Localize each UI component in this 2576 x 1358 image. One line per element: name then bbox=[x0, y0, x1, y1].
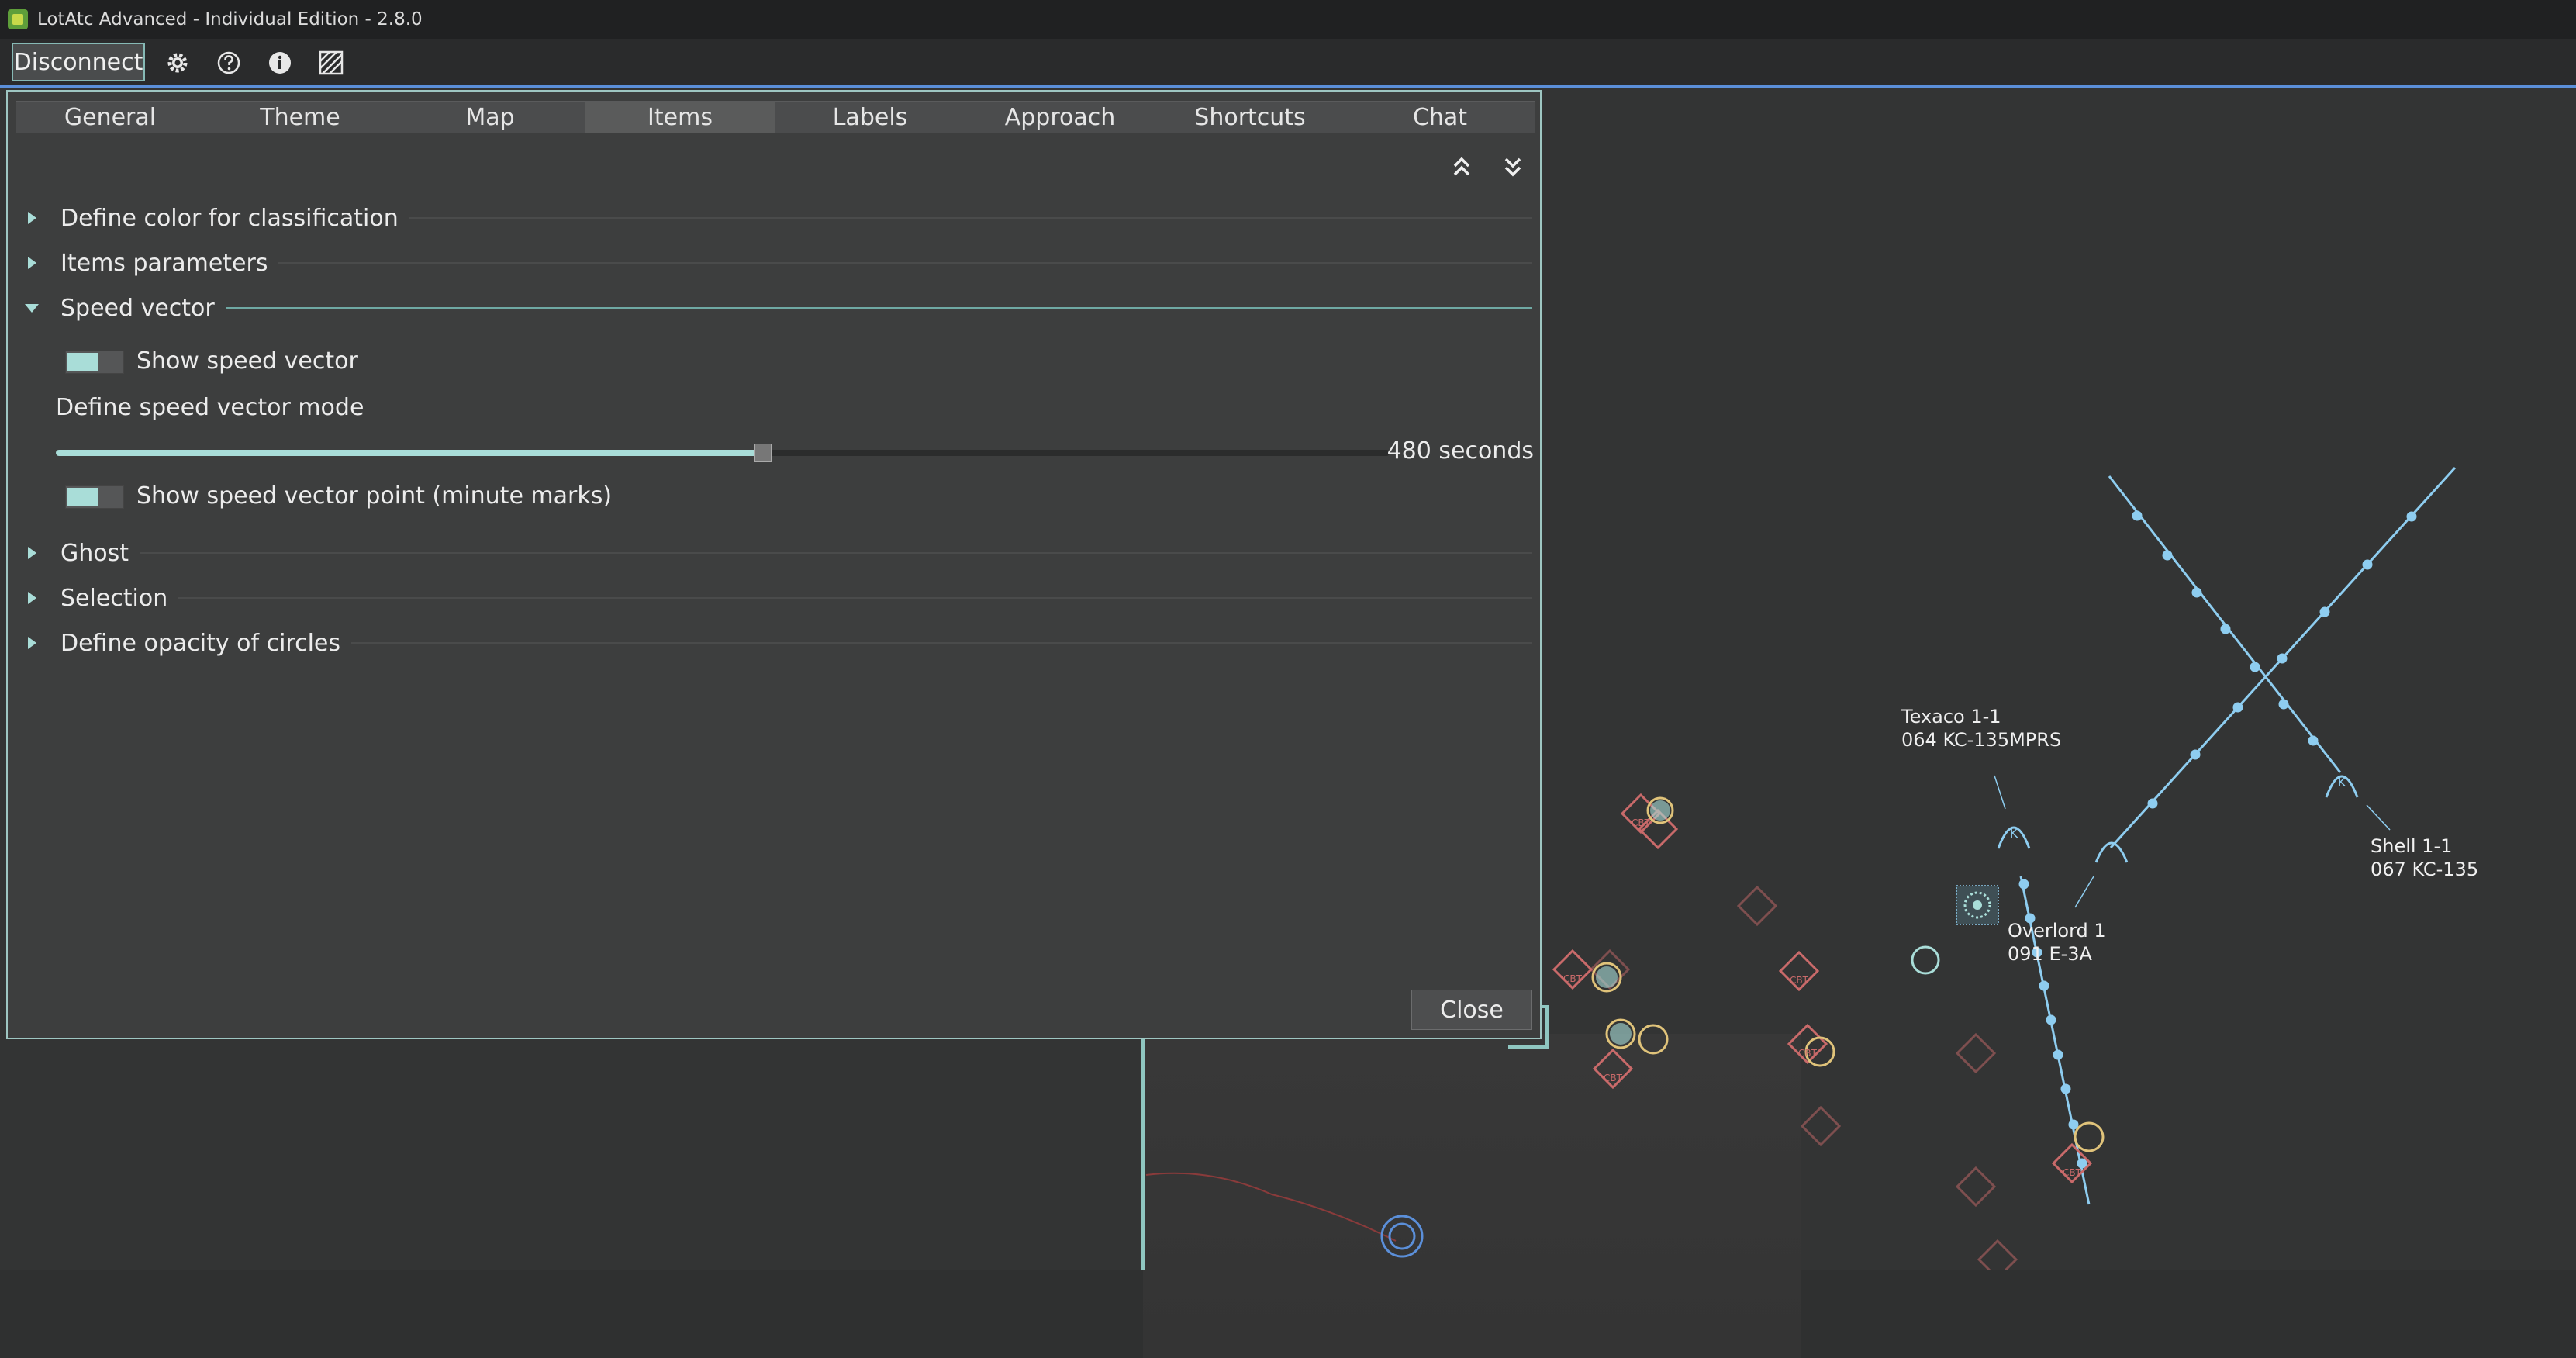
disconnect-button[interactable]: Disconnect bbox=[12, 43, 145, 81]
title-bar: LotAtc Advanced - Individual Edition - 2… bbox=[0, 0, 2576, 39]
speed-vector-slider[interactable] bbox=[56, 450, 1390, 456]
close-button[interactable]: Close bbox=[1411, 990, 1532, 1030]
settings-dialog: General Theme Map Items Labels Approach … bbox=[6, 90, 1542, 1039]
toggle-knob bbox=[67, 353, 98, 371]
section-speed-vector[interactable]: Speed vector bbox=[23, 289, 1540, 327]
section-title: Speed vector bbox=[60, 294, 215, 322]
collapse-arrow-icon bbox=[25, 304, 39, 313]
show-speed-vector-label: Show speed vector bbox=[136, 347, 358, 375]
divider bbox=[178, 597, 1532, 599]
section-title: Selection bbox=[60, 584, 168, 612]
slider-value: 480 seconds bbox=[1386, 437, 1534, 465]
track-info: 091 E-3A bbox=[2008, 943, 2092, 965]
window-title: LotAtc Advanced - Individual Edition - 2… bbox=[37, 9, 423, 29]
svg-text:CBT: CBT bbox=[1604, 1073, 1623, 1083]
track-callsign: Texaco 1-1 bbox=[1901, 706, 2001, 727]
show-speed-vector-points-toggle[interactable] bbox=[65, 485, 124, 509]
section-ghost[interactable]: Ghost bbox=[23, 534, 1540, 572]
divider bbox=[140, 552, 1532, 554]
svg-text:K: K bbox=[2338, 775, 2346, 790]
section-title: Ghost bbox=[60, 539, 129, 567]
track-label-shell[interactable]: Shell 1-1 067 KC-135 bbox=[2371, 834, 2478, 881]
tab-shortcuts[interactable]: Shortcuts bbox=[1155, 101, 1345, 133]
expand-arrow-icon bbox=[28, 257, 36, 269]
track-info: 067 KC-135 bbox=[2371, 859, 2479, 880]
speed-vector-marks bbox=[2018, 510, 2417, 1169]
tab-labels[interactable]: Labels bbox=[775, 101, 965, 133]
track-callsign: Overlord 1 bbox=[2008, 920, 2106, 942]
section-title: Define opacity of circles bbox=[60, 629, 340, 657]
svg-text:CBT: CBT bbox=[1632, 817, 1651, 828]
expand-arrow-icon bbox=[28, 212, 36, 224]
layers-icon[interactable] bbox=[318, 50, 344, 76]
expand-arrow-icon bbox=[28, 592, 36, 604]
settings-tabs: General Theme Map Items Labels Approach … bbox=[16, 101, 1535, 133]
divider bbox=[225, 307, 1532, 309]
tab-approach[interactable]: Approach bbox=[965, 101, 1155, 133]
show-speed-vector-toggle[interactable] bbox=[65, 351, 124, 374]
tab-items[interactable]: Items bbox=[585, 101, 775, 133]
track-info: 064 KC-135MPRS bbox=[1901, 729, 2062, 751]
divider bbox=[278, 262, 1532, 264]
svg-text:K: K bbox=[2010, 826, 2018, 841]
section-color-classification[interactable]: Define color for classification bbox=[23, 199, 1540, 237]
section-opacity-circles[interactable]: Define opacity of circles bbox=[23, 624, 1540, 662]
radar-station-icon bbox=[1956, 885, 1999, 925]
info-icon[interactable] bbox=[267, 50, 293, 76]
track-callsign: Shell 1-1 bbox=[2371, 835, 2453, 857]
toolbar: Disconnect bbox=[0, 39, 2576, 88]
slider-fill bbox=[56, 450, 763, 456]
toggle-knob bbox=[67, 488, 98, 506]
svg-text:CBT: CBT bbox=[1798, 1048, 1818, 1059]
show-speed-vector-points-label: Show speed vector point (minute marks) bbox=[136, 482, 613, 510]
tab-general[interactable]: General bbox=[16, 101, 205, 133]
collapse-all-icon[interactable] bbox=[1500, 154, 1526, 180]
divider bbox=[351, 642, 1532, 644]
expand-arrow-icon bbox=[28, 547, 36, 559]
section-items-parameters[interactable]: Items parameters bbox=[23, 244, 1540, 282]
svg-text:CBT: CBT bbox=[2063, 1167, 2082, 1178]
expand-all-icon[interactable] bbox=[1449, 154, 1475, 180]
section-title: Items parameters bbox=[60, 249, 268, 277]
expand-arrow-icon bbox=[28, 637, 36, 649]
divider bbox=[409, 217, 1532, 219]
app-logo-icon bbox=[8, 9, 28, 29]
section-title: Define color for classification bbox=[60, 204, 399, 232]
section-selection[interactable]: Selection bbox=[23, 579, 1540, 617]
speed-vector-mode-label: Define speed vector mode bbox=[56, 394, 364, 421]
tab-map[interactable]: Map bbox=[395, 101, 585, 133]
svg-text:CBT: CBT bbox=[1563, 973, 1583, 984]
tab-theme[interactable]: Theme bbox=[205, 101, 395, 133]
svg-text:CBT: CBT bbox=[1790, 975, 1809, 986]
track-label-overlord[interactable]: Overlord 1 091 E-3A bbox=[2008, 919, 2106, 966]
slider-handle[interactable] bbox=[754, 444, 772, 462]
help-icon[interactable] bbox=[216, 50, 242, 76]
gear-icon[interactable] bbox=[164, 50, 191, 76]
track-label-texaco[interactable]: Texaco 1-1 064 KC-135MPRS bbox=[1901, 705, 2061, 752]
tab-chat[interactable]: Chat bbox=[1345, 101, 1535, 133]
